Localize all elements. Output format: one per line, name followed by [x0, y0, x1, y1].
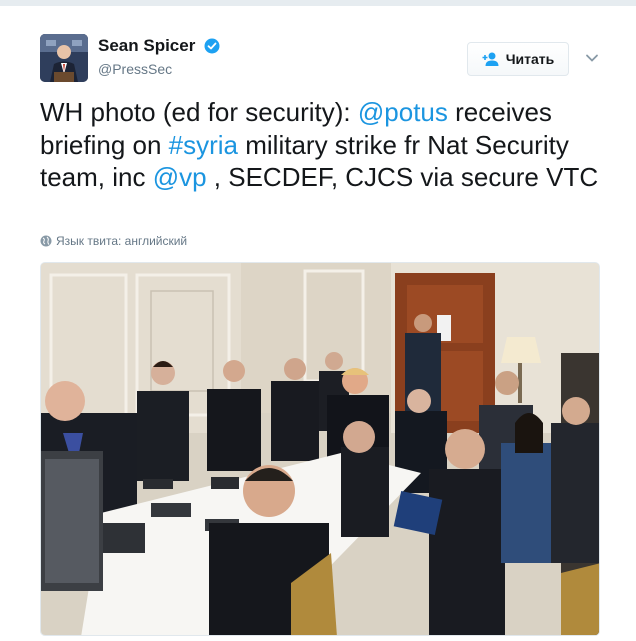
tweet-photo[interactable] [40, 262, 600, 636]
user-handle[interactable]: @PressSec [98, 61, 172, 77]
globe-icon [40, 235, 52, 247]
mention-link-vp[interactable]: @vp [153, 162, 207, 192]
top-border [0, 0, 636, 6]
mention-link-potus[interactable]: @potus [358, 97, 448, 127]
tweet-text: WH photo (ed for security): @potus recei… [40, 96, 620, 194]
avatar[interactable] [40, 34, 88, 82]
hashtag-link-syria[interactable]: #syria [169, 130, 238, 160]
tweet-text-segment: , SECDEF, CJCS via secure VTC [206, 162, 599, 192]
situation-room-photo [41, 263, 599, 635]
follow-button-label: Читать [505, 51, 555, 67]
follow-button[interactable]: Читать [467, 42, 569, 76]
chevron-down-icon[interactable] [584, 50, 600, 66]
tweet-language-label: Язык твита: английский [56, 234, 188, 248]
tweet-language: Язык твита: английский [40, 234, 187, 248]
tweet-text-segment: WH photo (ed for security): [40, 97, 358, 127]
display-name[interactable]: Sean Spicer [98, 36, 195, 56]
verified-badge-icon [204, 38, 220, 54]
add-person-icon [482, 52, 499, 66]
user-avatar-photo [40, 34, 88, 82]
